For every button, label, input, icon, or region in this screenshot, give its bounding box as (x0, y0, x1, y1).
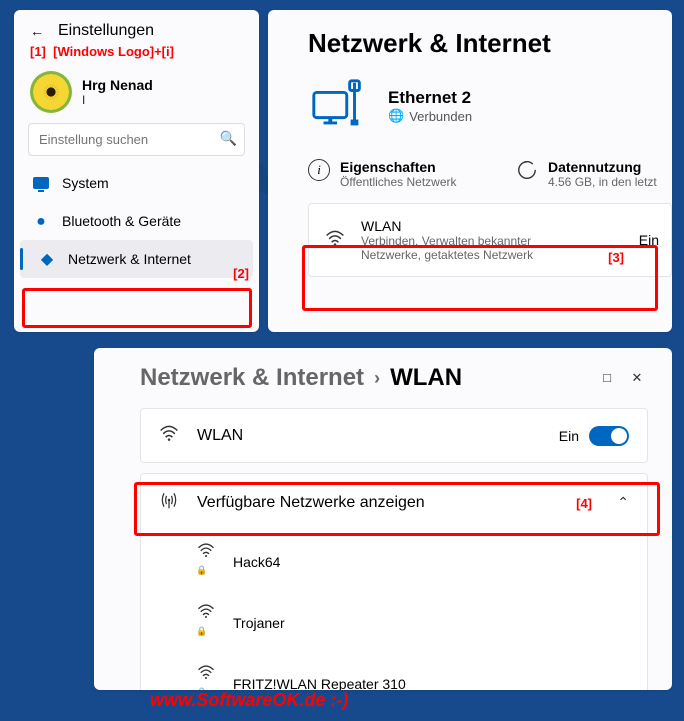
network-name: Hack64 (233, 554, 280, 570)
available-networks-header[interactable]: Verfügbare Netzwerke anzeigen ⌃ (141, 474, 647, 531)
search-icon: 🔍 (220, 130, 237, 147)
properties-link[interactable]: i Eigenschaften Öffentliches Netzwerk (308, 159, 508, 189)
network-main-panel: Netzwerk & Internet Ethernet 2 🌐 Verbunde… (268, 10, 672, 332)
sidebar-item-network[interactable]: ◆ Netzwerk & Internet (20, 240, 253, 278)
network-item[interactable]: 🔒 Trojaner (141, 592, 647, 653)
wlan-panel: Netzwerk & Internet › WLAN □ ✕ WLAN Ein … (94, 348, 672, 690)
chevron-up-icon: ⌃ (617, 494, 629, 511)
sidebar-item-system[interactable]: System (14, 164, 259, 202)
globe-icon: 🌐 (388, 108, 404, 124)
sidebar-title: Einstellungen (58, 22, 154, 40)
wlan-card[interactable]: WLAN Verbinden, Verwalten bekannter Netz… (308, 203, 672, 277)
network-item[interactable]: 🔒 Hack64 (141, 531, 647, 592)
back-icon[interactable]: ← (30, 23, 44, 39)
user-profile[interactable]: Hrg Nenad I (14, 65, 259, 123)
annotation-4: [4] (576, 496, 592, 511)
user-sub: I (82, 93, 153, 107)
settings-sidebar: ← Einstellungen [1] [Windows Logo]+[i] H… (14, 10, 259, 332)
wlan-card-sub: Verbinden, Verwalten bekannter Netzwerke… (361, 234, 561, 262)
sidebar-item-bluetooth[interactable]: ● Bluetooth & Geräte (14, 202, 259, 240)
network-name: FRITZ!WLAN Repeater 310 (233, 676, 406, 691)
wifi-icon (159, 423, 179, 448)
available-networks-label: Verfügbare Netzwerke anzeigen (197, 494, 425, 512)
properties-label: Eigenschaften (340, 159, 457, 175)
info-icon: i (308, 159, 330, 181)
wifi-secure-icon: 🔒 (197, 543, 215, 580)
page-title: Netzwerk & Internet (308, 28, 672, 75)
network-name: Trojaner (233, 615, 285, 631)
wlan-toggle-label: Ein (639, 232, 659, 248)
ethernet-status[interactable]: Ethernet 2 🌐 Verbunden (308, 75, 672, 151)
connection-status: Verbunden (409, 109, 472, 124)
annotation-2: [2] (233, 266, 249, 281)
data-usage-link[interactable]: Datennutzung 4.56 GB, in den letzt (516, 159, 657, 189)
wlan-toggle-title: WLAN (197, 427, 243, 445)
sidebar-item-label: System (62, 175, 109, 191)
search-input[interactable] (28, 123, 245, 156)
antenna-icon (159, 490, 179, 515)
wifi-icon: ◆ (38, 250, 56, 268)
breadcrumb: Netzwerk & Internet › WLAN (140, 364, 462, 392)
avatar (30, 71, 72, 113)
wlan-card-title: WLAN (361, 218, 561, 234)
wifi-icon (325, 228, 345, 253)
ethernet-icon (308, 75, 370, 137)
maximize-button[interactable]: □ (596, 370, 618, 386)
annotation-3: [3] (608, 250, 624, 265)
annotation-1: [1] [Windows Logo]+[i] (14, 44, 259, 65)
chevron-right-icon: › (374, 368, 380, 389)
toggle-state-label: Ein (559, 428, 579, 444)
wlan-toggle[interactable] (589, 426, 629, 446)
annotation-box-2 (22, 288, 252, 328)
breadcrumb-parent[interactable]: Netzwerk & Internet (140, 364, 364, 392)
footer-watermark: www.SoftwareOK.de :-) (150, 690, 348, 711)
data-usage-label: Datennutzung (548, 159, 657, 175)
network-item[interactable]: 🔒 FRITZ!WLAN Repeater 310 (141, 653, 647, 690)
bluetooth-icon: ● (32, 212, 50, 230)
close-button[interactable]: ✕ (626, 370, 648, 386)
wifi-secure-icon: 🔒 (197, 665, 215, 690)
breadcrumb-current: WLAN (390, 364, 462, 392)
wlan-toggle-card[interactable]: WLAN Ein (140, 408, 648, 463)
available-networks-card: Verfügbare Netzwerke anzeigen ⌃ 🔒 Hack64… (140, 473, 648, 690)
wifi-secure-icon: 🔒 (197, 604, 215, 641)
sidebar-item-label: Netzwerk & Internet (68, 251, 191, 267)
user-name: Hrg Nenad (82, 77, 153, 93)
data-usage-icon (516, 159, 538, 181)
connection-name: Ethernet 2 (388, 88, 472, 108)
properties-sub: Öffentliches Netzwerk (340, 175, 457, 189)
data-usage-sub: 4.56 GB, in den letzt (548, 175, 657, 189)
monitor-icon (32, 174, 50, 192)
sidebar-item-label: Bluetooth & Geräte (62, 213, 181, 229)
